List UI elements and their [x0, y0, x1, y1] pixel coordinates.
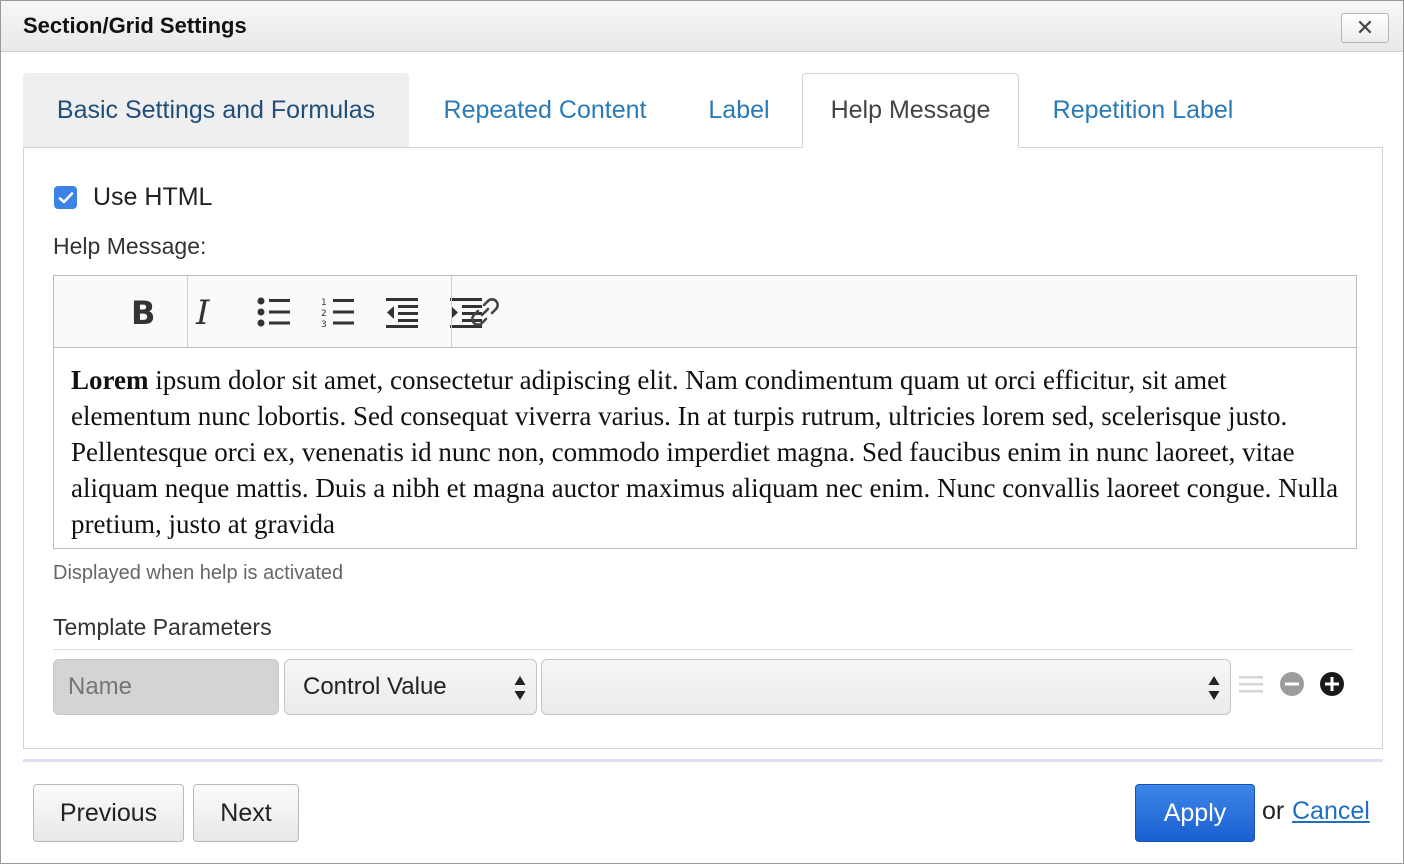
use-html-label: Use HTML — [93, 183, 213, 211]
close-icon: ✕ — [1355, 15, 1375, 40]
link-button[interactable] — [463, 290, 507, 334]
svg-text:B: B — [131, 296, 155, 328]
drag-handle-icon[interactable] — [1238, 671, 1264, 697]
svg-text:I: I — [195, 296, 210, 328]
parameter-type-select[interactable]: Control Value — [284, 659, 537, 715]
checkmark-icon — [58, 191, 73, 203]
tab-label-settings[interactable]: Label — [681, 73, 797, 148]
tab-label: Help Message — [830, 96, 991, 124]
svg-text:2: 2 — [321, 309, 327, 319]
tab-label: Repeated Content — [443, 96, 647, 124]
bulleted-list-icon — [257, 297, 290, 327]
help-message-label: Help Message: — [53, 233, 207, 259]
dialog-titlebar: Section/Grid Settings ✕ — [1, 1, 1403, 52]
editor-bold-text: Lorem — [71, 365, 149, 395]
previous-button[interactable]: Previous — [33, 784, 184, 842]
svg-text:3: 3 — [321, 320, 327, 328]
tab-basic-settings[interactable]: Basic Settings and Formulas — [23, 73, 409, 148]
outdent-icon — [386, 298, 418, 328]
bulleted-list-button[interactable] — [252, 290, 296, 334]
dialog-title: Section/Grid Settings — [23, 13, 247, 38]
select-value: Control Value — [303, 673, 447, 700]
next-button[interactable]: Next — [193, 784, 299, 842]
select-arrows-icon — [514, 676, 526, 700]
editor-content[interactable]: Lorem ipsum dolor sit amet, consectetur … — [71, 362, 1343, 548]
editor-text: ipsum dolor sit amet, consectetur adipis… — [71, 365, 1339, 539]
tab-label: Label — [708, 96, 770, 124]
select-arrows-icon — [1208, 676, 1220, 700]
button-label: Next — [220, 798, 272, 827]
template-parameters-divider — [53, 649, 1353, 650]
numbered-list-icon: 1 2 3 — [321, 298, 354, 328]
tab-help-message[interactable]: Help Message — [802, 73, 1019, 148]
italic-icon: I — [195, 296, 210, 328]
tab-repetition-label[interactable]: Repetition Label — [1023, 73, 1263, 148]
help-message-editor: B I 1 2 3 Lorem ipsum dolor sit amet, co… — [53, 275, 1357, 549]
bold-button[interactable]: B — [120, 290, 164, 334]
outdent-button[interactable] — [380, 290, 424, 334]
tab-label: Basic Settings and Formulas — [56, 96, 376, 124]
button-label: Previous — [59, 798, 158, 827]
parameter-value-select[interactable] — [541, 659, 1231, 715]
help-hint: Displayed when help is activated — [53, 562, 344, 584]
parameter-name-input[interactable] — [53, 659, 279, 715]
apply-button[interactable]: Apply — [1135, 784, 1255, 842]
button-label: Apply — [1163, 798, 1227, 827]
or-text: or — [1262, 797, 1285, 825]
svg-text:1: 1 — [321, 298, 327, 308]
editor-toolbar: B I 1 2 3 — [54, 276, 1356, 348]
footer-divider — [23, 759, 1383, 762]
remove-row-icon[interactable] — [1279, 671, 1305, 697]
settings-dialog: Section/Grid Settings ✕ Basic Settings a… — [0, 0, 1404, 864]
bold-icon: B — [131, 296, 155, 328]
cancel-link[interactable]: Cancel — [1292, 797, 1370, 826]
add-row-icon[interactable] — [1319, 671, 1345, 697]
numbered-list-button[interactable]: 1 2 3 — [316, 290, 360, 334]
tab-label: Repetition Label — [1052, 96, 1234, 124]
use-html-checkbox[interactable] — [54, 186, 77, 209]
link-icon — [471, 298, 499, 326]
italic-button[interactable]: I — [182, 290, 226, 334]
close-button[interactable]: ✕ — [1341, 13, 1389, 43]
tab-repeated-content[interactable]: Repeated Content — [409, 73, 681, 148]
template-parameters-label: Template Parameters — [53, 614, 272, 640]
